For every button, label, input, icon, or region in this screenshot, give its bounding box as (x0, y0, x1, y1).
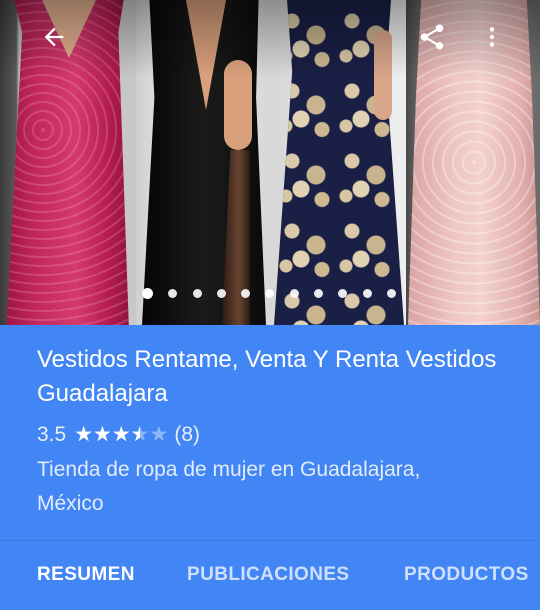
tab-productos[interactable]: PRODUCTOS (404, 564, 529, 586)
share-button[interactable] (410, 15, 454, 59)
more-vert-icon (489, 27, 495, 47)
carousel-dot[interactable] (216, 289, 226, 298)
carousel-dot[interactable] (338, 289, 348, 298)
arrow-back-icon (44, 27, 64, 47)
carousel-dot[interactable] (265, 289, 275, 298)
rating-row[interactable]: 3.5 ★★★★★ ★★★★★ (8) (37, 422, 200, 447)
rating-value: 3.5 (37, 422, 67, 446)
carousel-dot[interactable] (168, 289, 178, 298)
carousel-dot[interactable] (386, 289, 396, 298)
place-title: Vestidos Rentame, Venta Y Renta Vestidos… (37, 346, 497, 407)
place-category: Tienda de ropa de mujer en Guadalajara, … (37, 458, 421, 515)
star-rating-filled-icons: ★★★★★ (74, 423, 140, 446)
carousel-dot[interactable] (241, 289, 251, 298)
tab-publicaciones[interactable]: PUBLICACIONES (187, 564, 350, 586)
carousel-dot[interactable] (192, 289, 202, 298)
carousel-dot[interactable] (314, 289, 324, 298)
back-button[interactable] (32, 15, 76, 59)
place-header: Vestidos Rentame, Venta Y Renta Vestidos… (0, 325, 540, 540)
carousel-dot[interactable] (289, 289, 299, 298)
review-count[interactable]: (8) (174, 423, 200, 447)
carousel-dot[interactable] (142, 288, 153, 299)
carousel-dot[interactable] (362, 289, 372, 298)
carousel-page-indicator[interactable] (142, 288, 411, 299)
top-app-bar (0, 0, 540, 78)
photo-carousel[interactable] (0, 0, 540, 325)
star-rating: ★★★★★ ★★★★★ (74, 422, 168, 447)
tab-resumen[interactable]: RESUMEN (37, 564, 135, 586)
share-icon (420, 24, 444, 50)
more-options-button[interactable] (470, 15, 514, 59)
tab-bar: RESUMEN PUBLICACIONES PRODUCTOS (0, 540, 540, 610)
